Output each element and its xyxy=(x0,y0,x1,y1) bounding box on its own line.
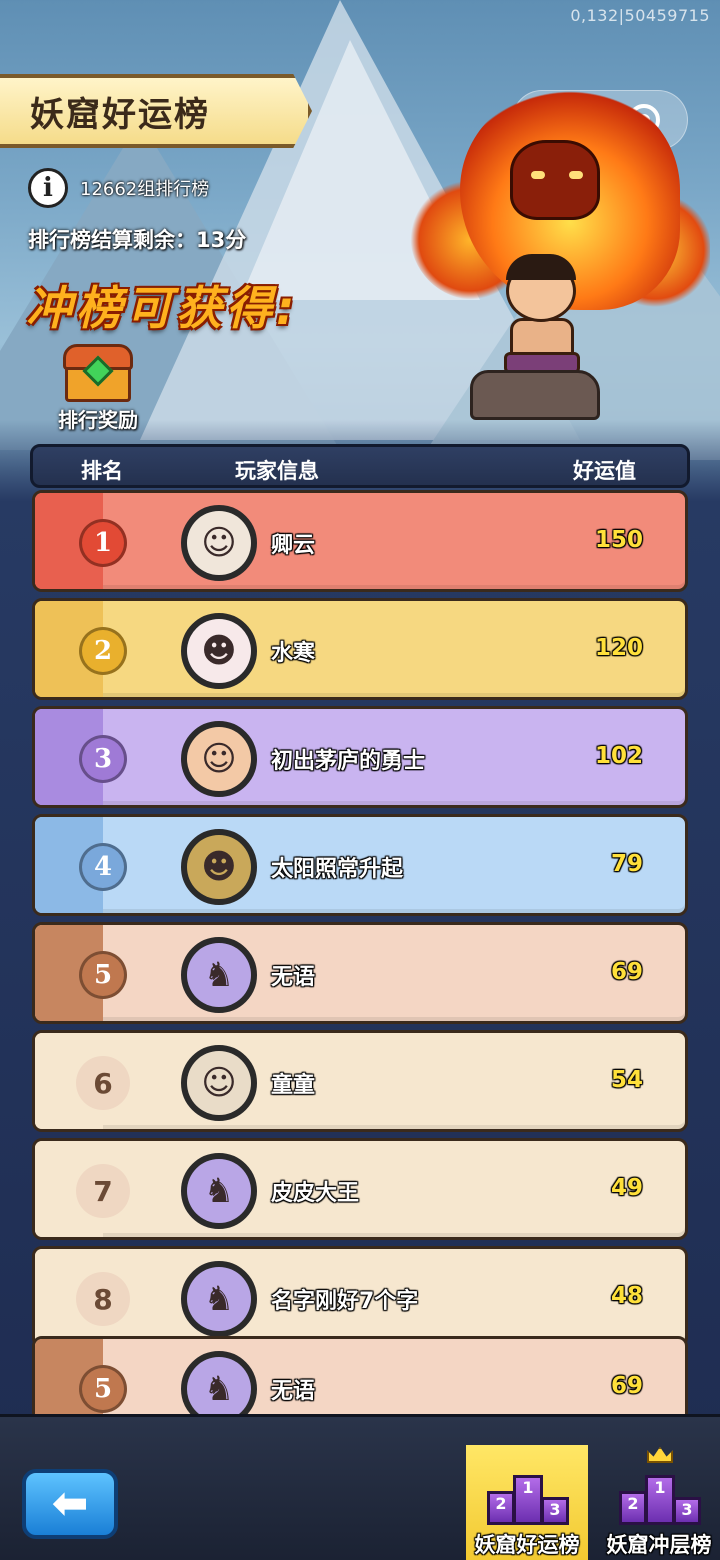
back-arrow-icon: ⬅ xyxy=(51,1478,89,1529)
tab-floor-label: 妖窟冲层榜 xyxy=(606,1533,712,1557)
unicorn-avatar-icon: ♞ xyxy=(187,943,251,1007)
settlement-countdown: 排行榜结算剩余：13分 xyxy=(28,228,247,252)
rank-medal-icon: 1 xyxy=(79,519,127,567)
leaderboard-row[interactable]: 4 ☻ 太阳照常升起 79 xyxy=(32,814,688,916)
luck-score: 48 xyxy=(610,1283,643,1309)
rank-badge: 8 xyxy=(75,1271,131,1327)
group-info-row: i 12662组排行榜 xyxy=(28,168,209,208)
player-name: 无语 xyxy=(271,965,316,990)
unicorn-avatar-icon: ♞ xyxy=(187,1159,251,1223)
crown-podium-icon: 2 1 3 xyxy=(619,1447,701,1525)
luck-score: 54 xyxy=(610,1067,643,1093)
fire-golem-figure xyxy=(510,140,600,220)
rank-reward-label: 排行奖励 xyxy=(58,408,138,432)
rank-medal-icon: 5 xyxy=(79,1365,127,1413)
column-player-info: 玩家信息 xyxy=(235,459,319,483)
player-name: 水寒 xyxy=(271,641,316,666)
rank-badge: 5 xyxy=(75,1361,131,1414)
leaderboard-header: 排名 玩家信息 好运值 xyxy=(30,444,690,488)
avatar[interactable]: ☺ xyxy=(181,505,257,581)
luck-score: 69 xyxy=(610,959,643,985)
group-info-text: 12662组排行榜 xyxy=(80,179,210,200)
rank-number: 6 xyxy=(76,1056,130,1110)
rank-badge: 4 xyxy=(75,839,131,895)
rank-badge: 5 xyxy=(75,947,131,1003)
leaderboard-row[interactable]: 6 ☺ 童童 54 xyxy=(32,1030,688,1132)
rank-medal-icon: 2 xyxy=(79,627,127,675)
leaderboard-row[interactable]: 7 ♞ 皮皮大王 49 xyxy=(32,1138,688,1240)
treasure-chest-icon xyxy=(61,344,135,402)
leaderboard-row[interactable]: 2 ☻ 水寒 120 xyxy=(32,598,688,700)
frog-avatar-icon: ☻ xyxy=(187,835,251,899)
player-name: 皮皮大王 xyxy=(271,1181,360,1206)
baby-avatar-icon: ☺ xyxy=(187,727,251,791)
warrior-avatar-icon: ☺ xyxy=(187,511,251,575)
leaderboard-row[interactable]: 5 ♞ 无语 69 xyxy=(32,1336,688,1414)
player-name: 初出茅庐的勇士 xyxy=(271,749,426,774)
player-name: 卿云 xyxy=(271,533,316,558)
avatar[interactable]: ☻ xyxy=(181,829,257,905)
rank-medal-icon: 5 xyxy=(79,951,127,999)
rock-pedestal xyxy=(470,370,600,420)
rank-medal-icon: 3 xyxy=(79,735,127,783)
page-title: 妖窟好运榜 xyxy=(30,94,210,135)
avatar[interactable]: ☺ xyxy=(181,1045,257,1121)
luck-score: 150 xyxy=(594,527,643,553)
rank-medal-icon: 4 xyxy=(79,843,127,891)
avatar[interactable]: ♞ xyxy=(181,1351,257,1414)
tab-floor-leaderboard[interactable]: 2 1 3 妖窟冲层榜 xyxy=(598,1445,720,1560)
info-icon[interactable]: i xyxy=(28,168,68,208)
player-name: 无语 xyxy=(271,1379,316,1404)
tab-luck-leaderboard[interactable]: 2 1 3 妖窟好运榜 xyxy=(466,1445,588,1560)
unicorn-avatar-icon: ♞ xyxy=(187,1357,251,1414)
rank-badge: 2 xyxy=(75,623,131,679)
luck-score: 79 xyxy=(610,851,643,877)
avatar[interactable]: ♞ xyxy=(181,937,257,1013)
podium-icon: 2 1 3 xyxy=(487,1461,569,1525)
elder-avatar-icon: ☺ xyxy=(187,1051,251,1115)
promo-heading: 冲榜可获得: xyxy=(26,281,299,335)
tab-luck-label: 妖窟好运榜 xyxy=(474,1533,580,1557)
debug-coordinates: 0,132|50459715 xyxy=(570,6,710,25)
leaderboard-list[interactable]: 1 ☺ 卿云 150 2 ☻ 水寒 120 3 ☺ 初出茅庐的勇士 102 4 ☻ 太阳照常升起 79 5 ♞ 无语… xyxy=(32,488,688,1414)
leaderboard-row[interactable]: 8 ♞ 名字刚好7个字 48 xyxy=(32,1246,688,1348)
back-button[interactable]: ⬅ xyxy=(22,1469,118,1539)
luck-score: 69 xyxy=(610,1373,643,1399)
rank-number: 8 xyxy=(76,1272,130,1326)
bottom-bar: ⬅ 2 1 3 妖窟好运榜 2 1 3 妖窟冲层榜 xyxy=(0,1414,720,1560)
leaderboard-row[interactable]: 5 ♞ 无语 69 xyxy=(32,922,688,1024)
crown-icon xyxy=(647,1447,673,1463)
avatar[interactable]: ♞ xyxy=(181,1153,257,1229)
title-banner: 妖窟好运榜 xyxy=(0,74,312,148)
unicorn-avatar-icon: ♞ xyxy=(187,1267,251,1331)
rank-badge: 6 xyxy=(75,1055,131,1111)
hero-artwork xyxy=(400,70,710,420)
column-rank: 排名 xyxy=(81,459,123,483)
rank-reward-button[interactable]: 排行奖励 xyxy=(48,344,148,433)
rank-badge: 7 xyxy=(75,1163,131,1219)
luck-score: 49 xyxy=(610,1175,643,1201)
avatar[interactable]: ♞ xyxy=(181,1261,257,1337)
player-name: 太阳照常升起 xyxy=(271,857,404,882)
luck-score: 120 xyxy=(594,635,643,661)
rank-badge: 1 xyxy=(75,515,131,571)
column-luck-value: 好运值 xyxy=(573,459,636,483)
player-name: 童童 xyxy=(271,1073,316,1098)
avatar[interactable]: ☺ xyxy=(181,721,257,797)
rank-badge: 3 xyxy=(75,731,131,787)
avatar[interactable]: ☻ xyxy=(181,613,257,689)
player-name: 名字刚好7个字 xyxy=(271,1289,419,1314)
leaderboard-row[interactable]: 1 ☺ 卿云 150 xyxy=(32,490,688,592)
luck-score: 102 xyxy=(594,743,643,769)
lucky-cat-avatar-icon: ☻ xyxy=(187,619,251,683)
leaderboard-row[interactable]: 3 ☺ 初出茅庐的勇士 102 xyxy=(32,706,688,808)
calabash-boy-figure xyxy=(480,254,600,380)
rank-number: 7 xyxy=(76,1164,130,1218)
